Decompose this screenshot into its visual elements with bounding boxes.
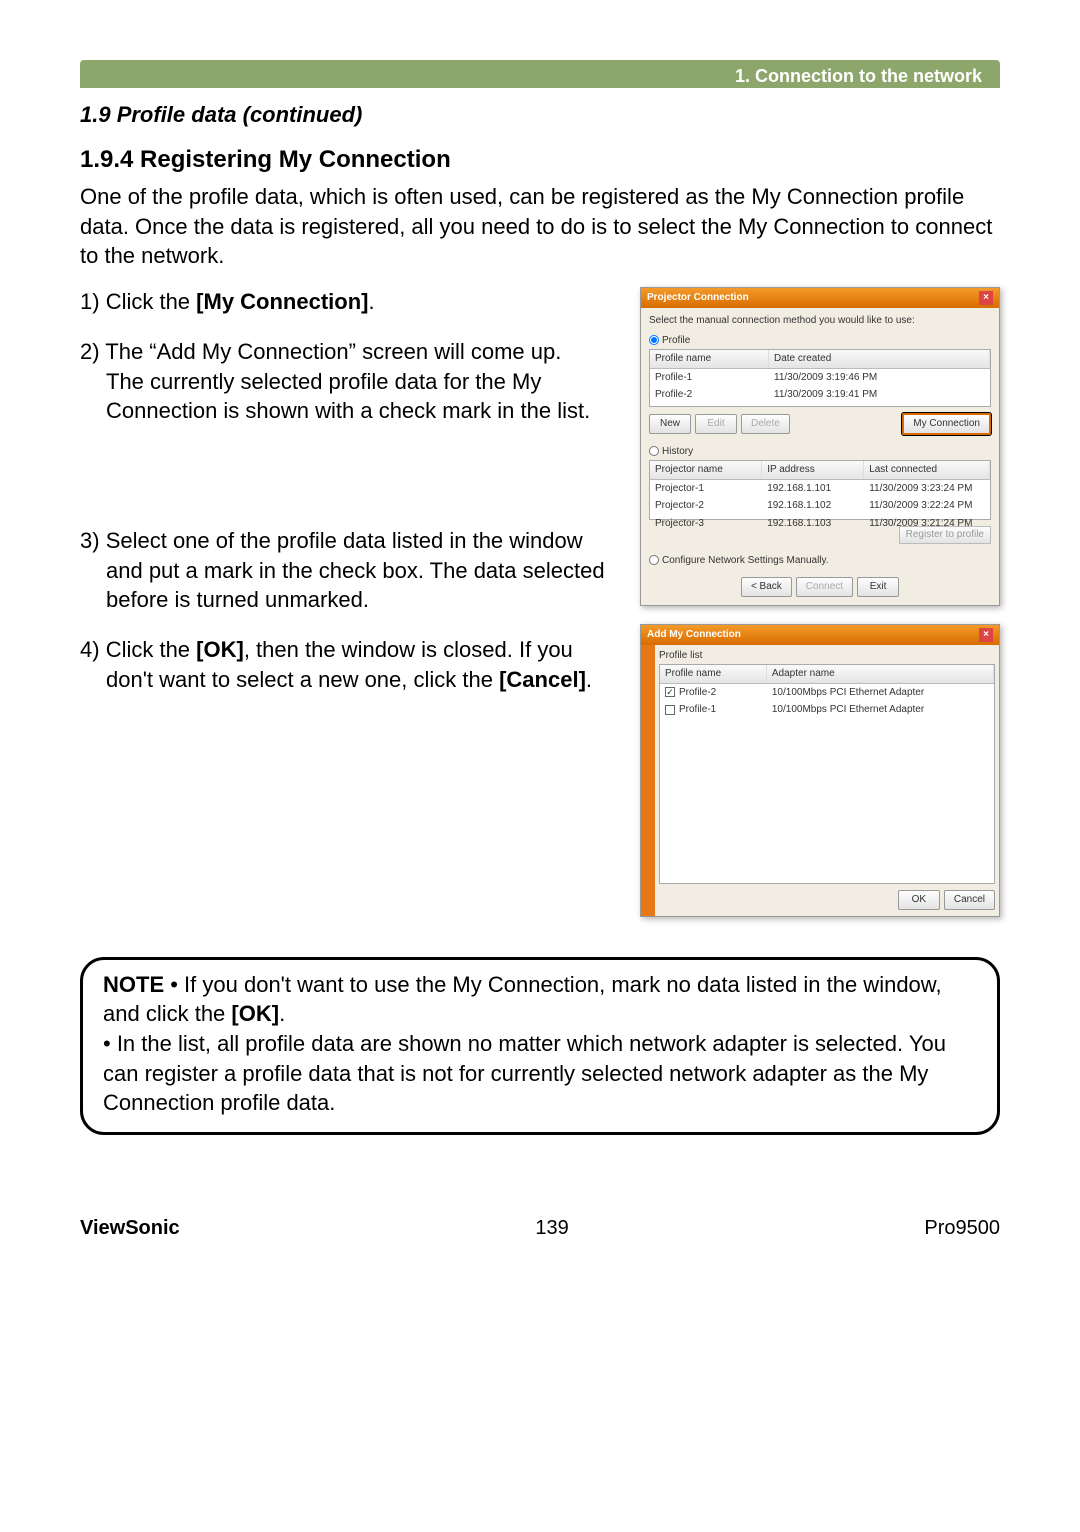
edit-button[interactable]: Edit — [695, 414, 737, 434]
page-footer: ViewSonic 139 Pro9500 — [80, 1215, 1000, 1242]
history-list[interactable]: Projector name IP address Last connected… — [649, 460, 991, 520]
step-4-text-a: Click the — [106, 637, 196, 662]
step-2: 2) The “Add My Connection” screen will c… — [80, 337, 622, 426]
radio-manual[interactable]: Configure Network Settings Manually. — [649, 554, 991, 568]
list-item[interactable]: Profile-2 11/30/2009 3:19:41 PM — [650, 386, 990, 404]
note-line1a: • If you don't want to use the My Connec… — [103, 972, 942, 1027]
col-date-created: Date created — [769, 350, 990, 368]
checkbox-icon[interactable] — [665, 705, 675, 715]
instruction-text: Select the manual connection method you … — [649, 314, 991, 328]
step-1-text-c: . — [369, 289, 375, 314]
window-title: Add My Connection — [647, 628, 741, 642]
list-item[interactable]: Profile-1 11/30/2009 3:19:46 PM — [650, 369, 990, 387]
projector-connection-window: Projector Connection × Select the manual… — [640, 287, 1000, 606]
col-ip-address: IP address — [762, 461, 864, 479]
list-item[interactable]: Profile-1 10/100Mbps PCI Ethernet Adapte… — [660, 701, 994, 719]
note-line1b: [OK] — [231, 1001, 279, 1026]
exit-button[interactable]: Exit — [857, 577, 899, 597]
steps-column: 1) Click the [My Connection]. 2) The “Ad… — [80, 287, 622, 917]
col-adapter-name: Adapter name — [767, 665, 994, 683]
radio-history-input[interactable] — [649, 446, 659, 456]
header-bar: 1. Connection to the network — [80, 60, 1000, 88]
step-3-prefix: 3) — [80, 528, 106, 553]
radio-profile[interactable]: Profile — [649, 334, 991, 348]
screenshots-column: Projector Connection × Select the manual… — [640, 287, 1000, 917]
step-2-text-b: The currently selected profile data for … — [106, 369, 590, 424]
cancel-button[interactable]: Cancel — [944, 890, 995, 910]
step-2-prefix: 2) — [80, 339, 105, 364]
section-reference: 1.9 Profile data (continued) — [80, 100, 1000, 130]
step-2-text-a: The “Add My Connection” screen will come… — [105, 339, 561, 364]
add-my-connection-window: Add My Connection × Profile list Profile… — [640, 624, 1000, 917]
delete-button[interactable]: Delete — [741, 414, 790, 434]
accent-strip — [641, 645, 655, 916]
list-item[interactable]: Projector-2 192.168.1.102 11/30/2009 3:2… — [650, 497, 990, 515]
list-item[interactable]: Projector-1 192.168.1.101 11/30/2009 3:2… — [650, 480, 990, 498]
step-4-bold-ok: [OK] — [196, 637, 244, 662]
radio-profile-input[interactable] — [649, 335, 659, 345]
radio-manual-input[interactable] — [649, 555, 659, 565]
step-4-prefix: 4) — [80, 637, 106, 662]
radio-history-label: History — [662, 445, 693, 459]
col-profile-name: Profile name — [650, 350, 769, 368]
step-4-bold-cancel: [Cancel] — [499, 667, 586, 692]
footer-model: Pro9500 — [924, 1215, 1000, 1242]
step-4: 4) Click the [OK], then the window is cl… — [80, 635, 622, 694]
note-line1c: . — [279, 1001, 285, 1026]
close-icon[interactable]: × — [979, 628, 993, 642]
intro-paragraph: One of the profile data, which is often … — [80, 182, 1000, 271]
footer-brand: ViewSonic — [80, 1215, 180, 1242]
col-projector-name: Projector name — [650, 461, 762, 479]
back-button[interactable]: < Back — [741, 577, 792, 597]
step-3: 3) Select one of the profile data listed… — [80, 526, 622, 615]
footer-page: 139 — [535, 1215, 568, 1242]
step-1-prefix: 1) — [80, 289, 106, 314]
checkbox-icon[interactable]: ✓ — [665, 687, 675, 697]
step-3-text: Select one of the profile data listed in… — [106, 528, 605, 612]
profile-list-label: Profile list — [659, 649, 995, 663]
subsection-title: 1.9.4 Registering My Connection — [80, 144, 1000, 176]
list-item[interactable]: ✓Profile-2 10/100Mbps PCI Ethernet Adapt… — [660, 684, 994, 702]
radio-history[interactable]: History — [649, 445, 991, 459]
chapter-label: 1. Connection to the network — [735, 64, 982, 88]
note-box: NOTE • If you don't want to use the My C… — [80, 957, 1000, 1135]
connect-button[interactable]: Connect — [796, 577, 853, 597]
radio-manual-label: Configure Network Settings Manually. — [662, 554, 829, 568]
note-label: NOTE — [103, 972, 164, 997]
add-profile-list[interactable]: Profile name Adapter name ✓Profile-2 10/… — [659, 664, 995, 884]
my-connection-button[interactable]: My Connection — [902, 413, 991, 435]
col-last-connected: Last connected — [864, 461, 990, 479]
window-title: Projector Connection — [647, 291, 749, 305]
register-to-profile-button[interactable]: Register to profile — [899, 526, 991, 544]
profile-list[interactable]: Profile name Date created Profile-1 11/3… — [649, 349, 991, 407]
step-1-bold: [My Connection] — [196, 289, 368, 314]
new-button[interactable]: New — [649, 414, 691, 434]
ok-button[interactable]: OK — [898, 890, 940, 910]
step-1: 1) Click the [My Connection]. — [80, 287, 622, 317]
col-profile-name: Profile name — [660, 665, 767, 683]
step-4-text-e: . — [586, 667, 592, 692]
step-1-text-a: Click the — [106, 289, 196, 314]
note-line2: • In the list, all profile data are show… — [103, 1029, 977, 1118]
close-icon[interactable]: × — [979, 291, 993, 305]
radio-profile-label: Profile — [662, 334, 690, 348]
